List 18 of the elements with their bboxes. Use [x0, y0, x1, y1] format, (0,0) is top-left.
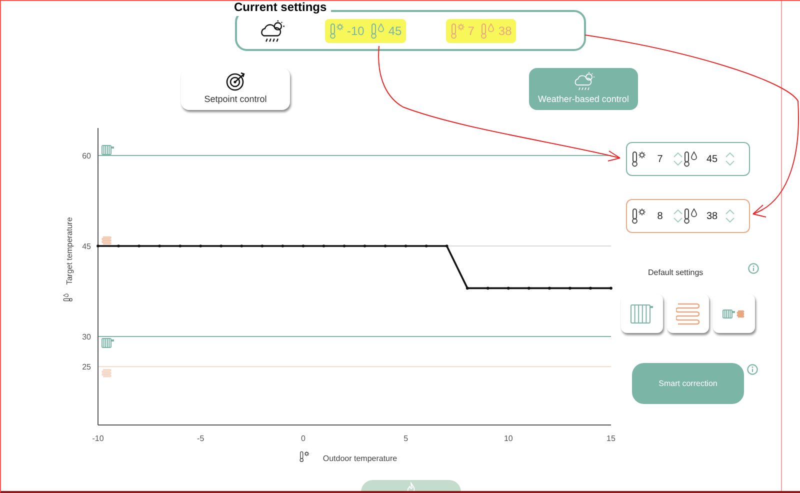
tick-label: 15 — [606, 434, 616, 443]
axis-title: Target temperature — [65, 217, 74, 285]
section-label: Default settings — [648, 267, 704, 279]
panel-title: Current settings — [234, 1, 331, 16]
tick-label: 25 — [82, 362, 91, 372]
tick-label: 0 — [300, 434, 306, 443]
tick-label: 30 — [82, 332, 91, 342]
tick-label: 5 — [404, 434, 408, 443]
tick-label: -5 — [197, 434, 204, 443]
tick-label: 60 — [82, 152, 91, 161]
target-value: 38 — [498, 22, 512, 40]
tick-label: -10 — [92, 434, 104, 443]
outdoor-value: 7 — [468, 22, 474, 40]
tick-label: 10 — [504, 434, 513, 443]
axis-title: Outdoor temperature — [322, 454, 398, 463]
target-value: 45 — [388, 22, 402, 40]
outdoor-value: -10 — [347, 22, 364, 40]
tick-label: 45 — [82, 242, 91, 251]
